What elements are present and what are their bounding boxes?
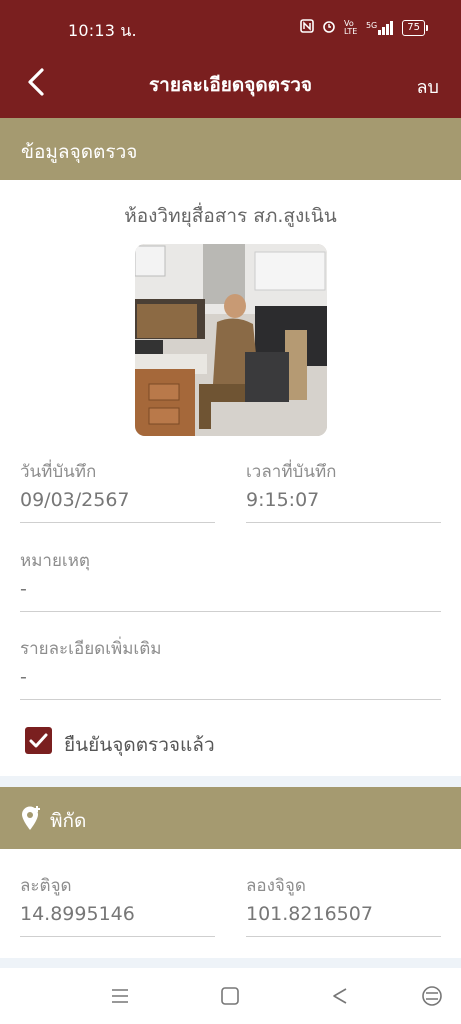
battery-indicator: 75	[402, 20, 428, 36]
latitude-label: ละติจูด	[20, 876, 72, 896]
network-type-label: 5G	[365, 21, 378, 30]
confirm-checkbox[interactable]	[25, 727, 52, 754]
bottom-divider	[0, 958, 461, 968]
section-title-coords: พิกัด	[50, 810, 87, 832]
note-value: -	[20, 578, 27, 600]
section-header-coords: พิกัด	[0, 787, 461, 849]
record-time-label: เวลาที่บันทึก	[246, 462, 337, 482]
longitude-underline	[246, 936, 441, 937]
menu-icon[interactable]	[108, 984, 132, 1008]
record-date-label: วันที่บันทึก	[20, 462, 97, 482]
latitude-value: 14.8995146	[20, 903, 135, 925]
signal-5g-icon: 5G	[366, 21, 394, 35]
nfc-icon	[300, 19, 314, 37]
location-pin-add-icon	[22, 806, 40, 830]
latitude-underline	[20, 936, 215, 937]
status-time: 10:13 น.	[68, 21, 137, 40]
record-time-underline	[246, 522, 441, 523]
section-header-info: ข้อมูลจุดตรวจ	[0, 118, 461, 180]
check-icon	[29, 733, 48, 748]
note-label: หมายเหตุ	[20, 551, 90, 571]
details-underline	[20, 699, 441, 700]
longitude-value: 101.8216507	[246, 903, 373, 925]
app-bar: รายละเอียดจุดตรวจ ลบ	[0, 46, 461, 118]
record-date-underline	[20, 522, 215, 523]
section-divider	[0, 776, 461, 787]
home-icon[interactable]	[218, 984, 242, 1008]
volte-icon: Vo LTE	[343, 19, 358, 36]
confirm-label[interactable]: ยืนยันจุดตรวจแล้ว	[64, 730, 215, 760]
back-triangle-icon[interactable]	[328, 984, 352, 1008]
checkpoint-photo[interactable]	[135, 244, 327, 436]
accessibility-icon[interactable]	[420, 984, 444, 1008]
status-icons: Vo LTE 5G 75	[300, 19, 428, 37]
details-label: รายละเอียดเพิ่มเติม	[20, 639, 162, 659]
delete-button[interactable]: ลบ	[417, 72, 439, 101]
longitude-label: ลองจิจูด	[246, 876, 306, 896]
status-bar: 10:13 น. Vo LTE 5G 75	[0, 0, 461, 46]
note-underline	[20, 611, 441, 612]
alarm-icon	[322, 19, 336, 37]
location-name: ห้องวิทยุสื่อสาร สภ.สูงเนิน	[124, 205, 337, 227]
section-title-info: ข้อมูลจุดตรวจ	[21, 141, 138, 163]
system-nav-bar	[0, 968, 461, 1024]
details-value: -	[20, 666, 27, 688]
record-date-value: 09/03/2567	[20, 489, 130, 511]
page-title: รายละเอียดจุดตรวจ	[148, 74, 313, 96]
record-time-value: 9:15:07	[246, 489, 320, 511]
